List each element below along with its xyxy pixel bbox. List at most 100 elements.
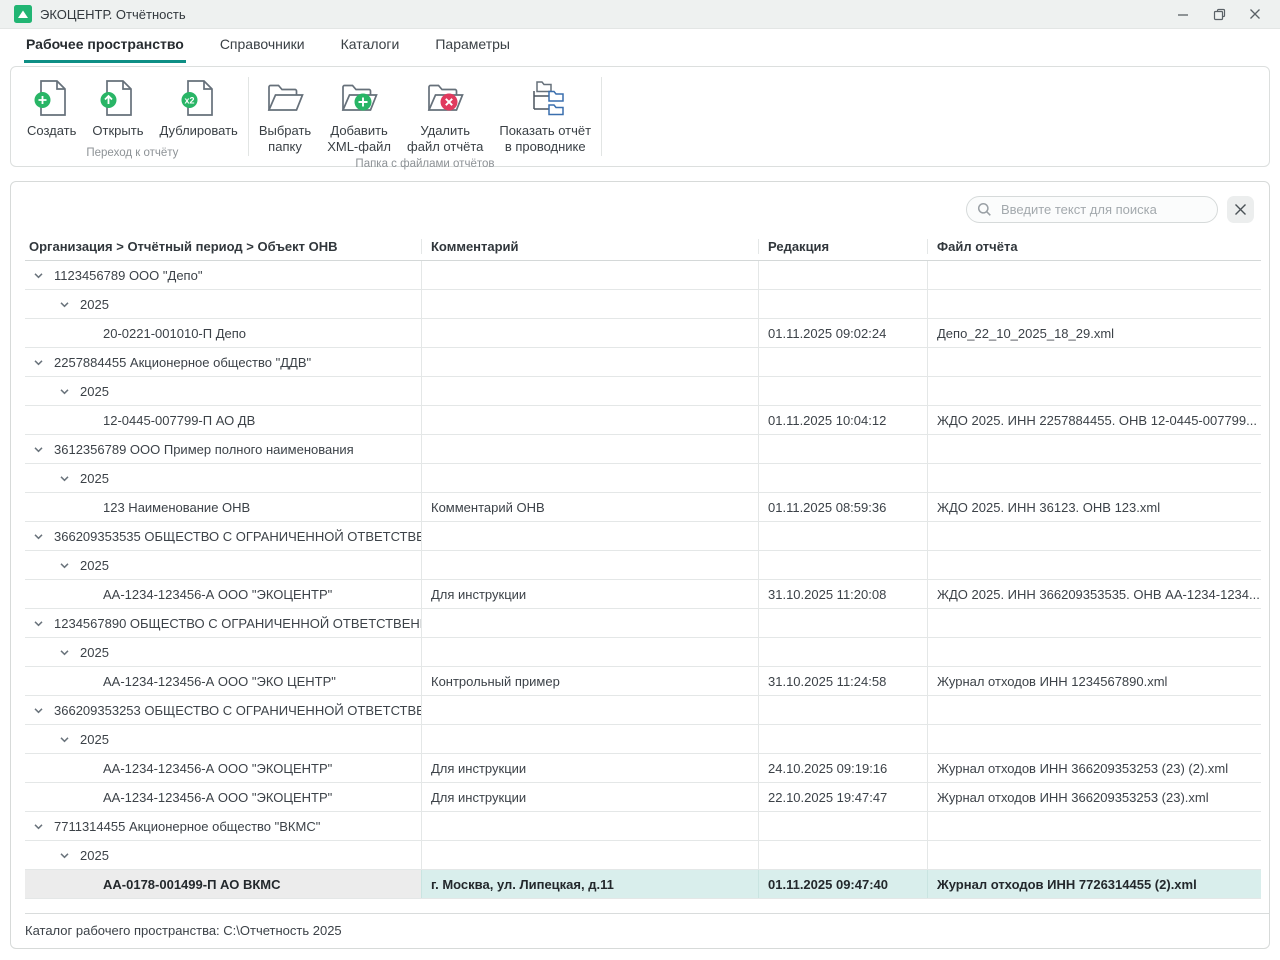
table-row[interactable]: 123 Наименование ОНВКомментарий ОНВ01.11…: [25, 493, 1261, 522]
show-report-in-explorer-button[interactable]: Показать отчёт в проводнике: [491, 73, 599, 156]
comment-cell: Комментарий ОНВ: [421, 493, 758, 521]
tree-item-label: 12-0445-007799-П АО ДВ: [103, 413, 255, 428]
tree-item-label: 2025: [80, 558, 109, 573]
chevron-down-icon[interactable]: [57, 385, 71, 398]
tree-item-label: 7711314455 Акционерное общество "ВКМС": [54, 819, 320, 834]
table-row[interactable]: АА-1234-123456-А ООО "ЭКО ЦЕНТР"Контроль…: [25, 667, 1261, 696]
minimize-button[interactable]: [1168, 2, 1198, 26]
open-report-button[interactable]: Открыть: [84, 73, 151, 139]
file-cell: [927, 348, 1261, 376]
table-row[interactable]: 366209353535 ОБЩЕСТВО С ОГРАНИЧЕННОЙ ОТВ…: [25, 522, 1261, 551]
column-header-revision[interactable]: Редакция: [758, 239, 927, 254]
table-row[interactable]: 2025: [25, 464, 1261, 493]
tree-item-label: АА-0178-001499-П АО ВКМС: [103, 877, 281, 892]
revision-cell: 01.11.2025 10:04:12: [758, 406, 927, 434]
table-row[interactable]: 2025: [25, 290, 1261, 319]
table-row[interactable]: 1123456789 ООО "Депо": [25, 261, 1261, 290]
table-row[interactable]: АА-0178-001499-П АО ВКМСг. Москва, ул. Л…: [25, 870, 1261, 899]
table-row[interactable]: 7711314455 Акционерное общество "ВКМС": [25, 812, 1261, 841]
comment-cell: [421, 551, 758, 579]
table-row[interactable]: 2025: [25, 638, 1261, 667]
comment-cell: [421, 812, 758, 840]
table-row[interactable]: АА-1234-123456-А ООО "ЭКОЦЕНТР"Для инстр…: [25, 783, 1261, 812]
document-duplicate-icon: x2: [180, 77, 218, 119]
comment-cell: [421, 464, 758, 492]
comment-cell: [421, 638, 758, 666]
restore-button[interactable]: [1204, 2, 1234, 26]
tree-node-cell: 2025: [25, 464, 421, 492]
revision-cell: [758, 464, 927, 492]
chevron-down-icon[interactable]: [31, 617, 45, 630]
table-row[interactable]: 20-0221-001010-П Депо01.11.2025 09:02:24…: [25, 319, 1261, 348]
tree-node-cell: 2025: [25, 725, 421, 753]
column-header-file[interactable]: Файл отчёта: [927, 239, 1261, 254]
close-button[interactable]: [1240, 2, 1270, 26]
file-cell: [927, 290, 1261, 318]
table-row[interactable]: 366209353253 ОБЩЕСТВО С ОГРАНИЧЕННОЙ ОТВ…: [25, 696, 1261, 725]
column-header-comment[interactable]: Комментарий: [421, 239, 758, 254]
tab-workspace[interactable]: Рабочее пространство: [24, 30, 186, 63]
revision-cell: 31.10.2025 11:20:08: [758, 580, 927, 608]
table-row[interactable]: 2025: [25, 377, 1261, 406]
tree-item-label: 2025: [80, 645, 109, 660]
tree-item-label: АА-1234-123456-А ООО "ЭКОЦЕНТР": [103, 761, 332, 776]
tree-item-label: 1123456789 ООО "Депо": [54, 268, 202, 283]
table-row[interactable]: АА-1234-123456-А ООО "ЭКОЦЕНТР"Для инстр…: [25, 754, 1261, 783]
chevron-down-icon[interactable]: [31, 530, 45, 543]
table-row[interactable]: 2025: [25, 551, 1261, 580]
comment-cell: [421, 290, 758, 318]
delete-report-file-button[interactable]: Удалить файл отчёта: [399, 73, 491, 156]
search-input[interactable]: [966, 196, 1218, 223]
tree-node-cell: 366209353535 ОБЩЕСТВО С ОГРАНИЧЕННОЙ ОТВ…: [25, 522, 421, 550]
clear-search-button[interactable]: [1227, 196, 1254, 223]
chevron-down-icon[interactable]: [31, 820, 45, 833]
revision-cell: [758, 551, 927, 579]
table-row[interactable]: 2025: [25, 841, 1261, 870]
status-area: Каталог рабочего пространства: C:\Отчетн…: [11, 913, 1269, 948]
chevron-down-icon[interactable]: [31, 704, 45, 717]
chevron-down-icon[interactable]: [57, 298, 71, 311]
file-cell: [927, 522, 1261, 550]
chevron-down-icon[interactable]: [31, 356, 45, 369]
button-label: Создать: [27, 123, 76, 139]
file-cell: ЖДО 2025. ИНН 2257884455. ОНВ 12-0445-00…: [927, 406, 1261, 434]
tree-node-cell: 366209353253 ОБЩЕСТВО С ОГРАНИЧЕННОЙ ОТВ…: [25, 696, 421, 724]
column-header-tree[interactable]: Организация > Отчётный период > Объект О…: [25, 239, 421, 254]
chevron-down-icon[interactable]: [57, 646, 71, 659]
table-row[interactable]: 3612356789 ООО Пример полного наименован…: [25, 435, 1261, 464]
comment-cell: [421, 261, 758, 289]
chevron-down-icon[interactable]: [31, 443, 45, 456]
tree-leaf-cell: 20-0221-001010-П Депо: [25, 319, 421, 347]
tab-catalogs[interactable]: Каталоги: [339, 30, 402, 63]
table-row[interactable]: 12-0445-007799-П АО ДВ 01.11.2025 10:04:1…: [25, 406, 1261, 435]
file-cell: [927, 696, 1261, 724]
table-row[interactable]: 2025: [25, 725, 1261, 754]
create-report-button[interactable]: Создать: [19, 73, 84, 139]
chevron-down-icon[interactable]: [57, 472, 71, 485]
chevron-down-icon[interactable]: [31, 269, 45, 282]
tree-leaf-cell: 12-0445-007799-П АО ДВ: [25, 406, 421, 434]
tree-leaf-cell: АА-0178-001499-П АО ВКМС: [25, 870, 421, 898]
table-row[interactable]: 1234567890 ОБЩЕСТВО С ОГРАНИЧЕННОЙ ОТВЕТ…: [25, 609, 1261, 638]
comment-cell: [421, 725, 758, 753]
tree-item-label: 2025: [80, 384, 109, 399]
chevron-down-icon[interactable]: [57, 733, 71, 746]
tab-parameters[interactable]: Параметры: [433, 30, 512, 63]
table-header: Организация > Отчётный период > Объект О…: [25, 233, 1261, 261]
chevron-down-icon[interactable]: [57, 559, 71, 572]
select-folder-button[interactable]: Выбрать папку: [251, 73, 319, 156]
duplicate-report-button[interactable]: x2 Дублировать: [151, 73, 245, 139]
tree-item-label: 2025: [80, 848, 109, 863]
tree-node-cell: 1234567890 ОБЩЕСТВО С ОГРАНИЧЕННОЙ ОТВЕТ…: [25, 609, 421, 637]
tab-directories[interactable]: Справочники: [218, 30, 307, 63]
table-row[interactable]: АА-1234-123456-А ООО "ЭКОЦЕНТР"Для инстр…: [25, 580, 1261, 609]
tree-item-label: 2025: [80, 471, 109, 486]
chevron-down-icon[interactable]: [57, 849, 71, 862]
add-xml-file-button[interactable]: Добавить XML-файл: [319, 73, 399, 156]
revision-cell: [758, 638, 927, 666]
table-row[interactable]: 2257884455 Акционерное общество "ДДВ": [25, 348, 1261, 377]
tree-item-label: АА-1234-123456-А ООО "ЭКО ЦЕНТР": [103, 674, 336, 689]
revision-cell: 22.10.2025 19:47:47: [758, 783, 927, 811]
svg-text:x2: x2: [184, 96, 194, 106]
button-label: Открыть: [92, 123, 143, 139]
